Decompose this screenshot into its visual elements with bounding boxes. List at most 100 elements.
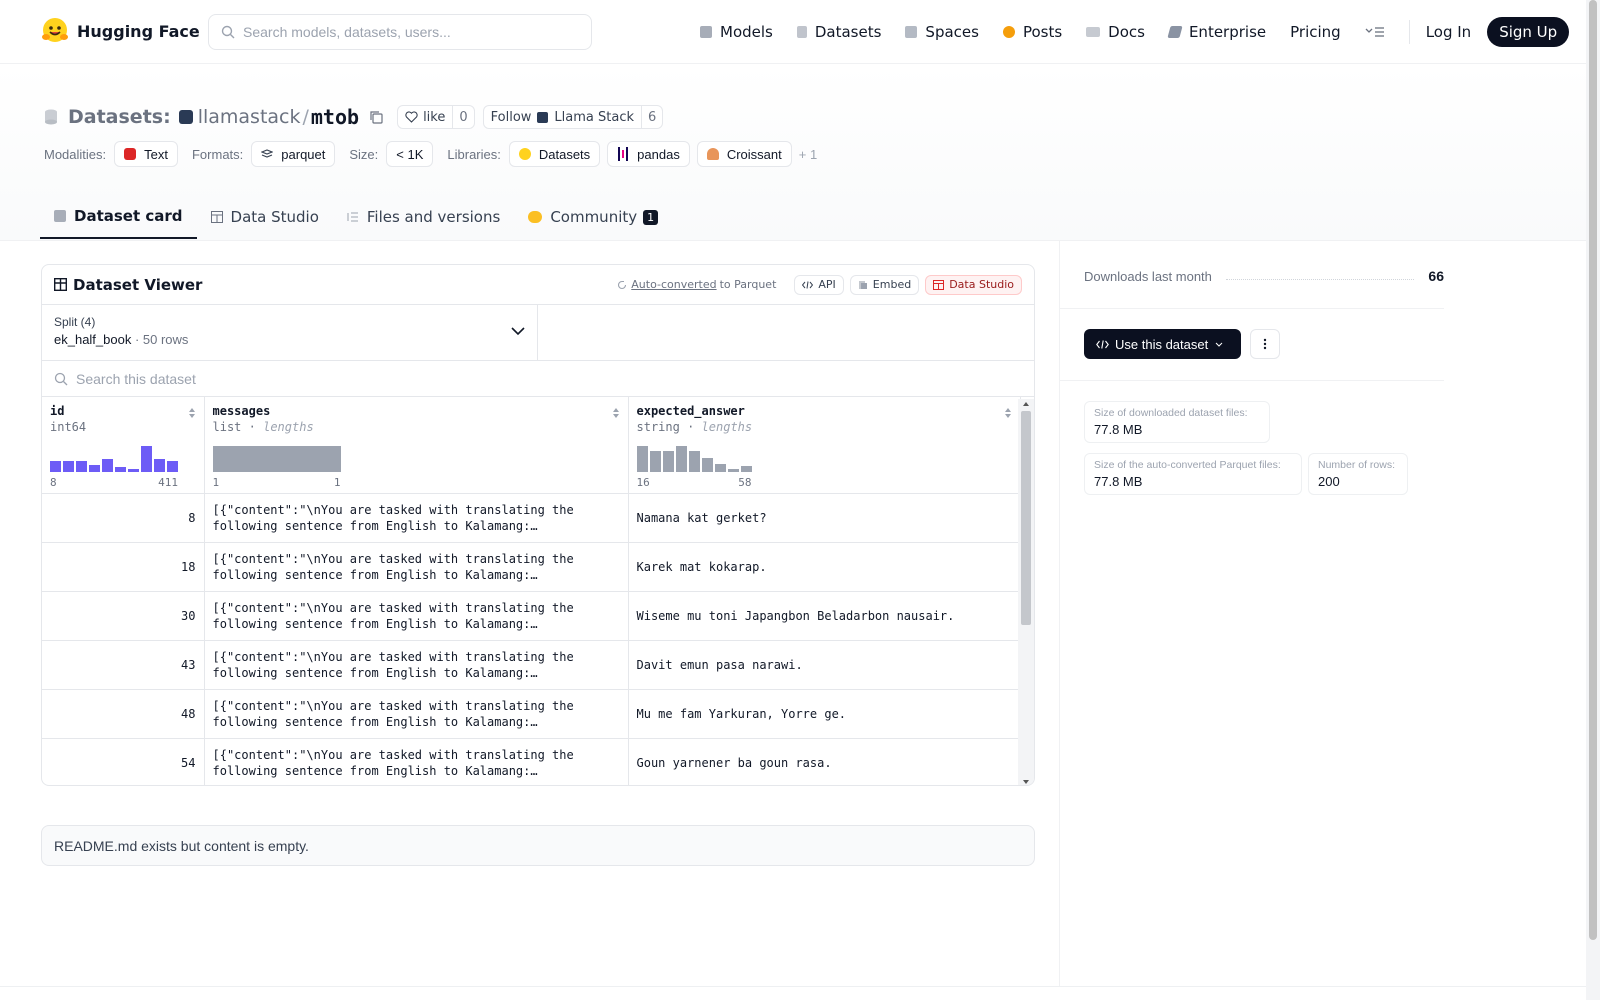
histogram-bar[interactable]: [89, 464, 100, 472]
nav-posts[interactable]: Posts: [1002, 23, 1062, 41]
nav-spaces[interactable]: Spaces: [905, 23, 979, 41]
nav-enterprise[interactable]: Enterprise: [1167, 23, 1266, 41]
cell-id[interactable]: 18: [42, 542, 205, 592]
section-label[interactable]: Datasets:: [68, 106, 171, 128]
tag-lib-pandas[interactable]: pandas: [607, 141, 690, 167]
cell-messages[interactable]: [{"content":"\nYou are tasked with trans…: [204, 591, 629, 641]
nav-datasets[interactable]: Datasets: [796, 23, 881, 41]
login-link[interactable]: Log In: [1426, 23, 1472, 41]
cell-messages[interactable]: [{"content":"\nYou are tasked with trans…: [204, 689, 629, 739]
more-tags-link[interactable]: + 1: [799, 147, 817, 162]
nav-pricing[interactable]: Pricing: [1290, 23, 1341, 41]
tag-lib-croissant[interactable]: Croissant: [696, 141, 792, 167]
table-scrollbar[interactable]: [1018, 399, 1034, 785]
column-header-id[interactable]: id int64 8 411: [42, 397, 205, 494]
cell-messages[interactable]: [{"content":"\nYou are tasked with trans…: [204, 738, 629, 785]
page-scrollbar[interactable]: [1586, 0, 1600, 1000]
cell-messages[interactable]: [{"content":"\nYou are tasked with trans…: [204, 493, 629, 543]
org-link[interactable]: llamastack: [198, 106, 301, 128]
dataset-search[interactable]: [42, 361, 1034, 397]
size-parquet-box: Size of the auto-converted Parquet files…: [1084, 453, 1302, 495]
histogram-bar[interactable]: [714, 463, 726, 472]
sort-icon[interactable]: [1004, 407, 1012, 419]
follow-button[interactable]: Follow Llama Stack 6: [482, 105, 664, 129]
tag-size[interactable]: < 1K: [386, 141, 434, 167]
histogram-bar[interactable]: [141, 445, 152, 472]
tab-data-studio[interactable]: Data Studio: [197, 195, 333, 239]
signup-button[interactable]: Sign Up: [1487, 17, 1570, 47]
sidebar-divider-1: [1060, 308, 1444, 309]
cell-messages[interactable]: [{"content":"\nYou are tasked with trans…: [204, 640, 629, 690]
table-row[interactable]: 48 [{"content":"\nYou are tasked with tra…: [42, 689, 1021, 739]
histogram-bar[interactable]: [649, 450, 661, 472]
auto-converted-link[interactable]: Auto-converted: [631, 278, 716, 291]
cell-expected-answer[interactable]: Mu me fam Yarkuran, Yorre ge.: [628, 689, 1021, 739]
histogram-bar[interactable]: [102, 458, 113, 472]
histogram-bar[interactable]: [688, 450, 700, 472]
cell-expected-answer[interactable]: Karek mat kokarap.: [628, 542, 1021, 592]
data-studio-button[interactable]: Data Studio: [925, 274, 1022, 295]
nav-models[interactable]: Models: [700, 23, 773, 41]
cell-id[interactable]: 30: [42, 591, 205, 641]
like-button[interactable]: like 0: [397, 105, 475, 129]
column-histogram[interactable]: [636, 444, 754, 472]
table-row[interactable]: 18 [{"content":"\nYou are tasked with tra…: [42, 542, 1021, 592]
histogram-bar[interactable]: [636, 445, 648, 472]
histogram-bar[interactable]: [701, 457, 713, 472]
histogram-bar[interactable]: [212, 445, 341, 472]
use-dataset-button[interactable]: Use this dataset: [1084, 329, 1242, 359]
tab-dataset-card[interactable]: Dataset card: [40, 195, 197, 239]
split-selector[interactable]: Split (4) ek_half_book · 50 rows: [42, 305, 538, 360]
histogram-bar[interactable]: [63, 460, 74, 472]
histogram-bar[interactable]: [662, 450, 674, 472]
nav-more-menu[interactable]: [1365, 26, 1385, 38]
nav-docs[interactable]: Docs: [1086, 23, 1145, 41]
histogram-min: 16: [636, 475, 650, 489]
histogram-bar[interactable]: [675, 445, 687, 472]
column-histogram[interactable]: [212, 444, 343, 472]
table-row[interactable]: 43 [{"content":"\nYou are tasked with tra…: [42, 640, 1021, 690]
api-button[interactable]: API: [794, 274, 844, 295]
cell-id[interactable]: 54: [42, 738, 205, 785]
histogram-bar[interactable]: [154, 458, 165, 472]
histogram-bar[interactable]: [740, 465, 752, 472]
tag-parquet[interactable]: parquet: [251, 141, 336, 167]
cell-id[interactable]: 43: [42, 640, 205, 690]
column-histogram[interactable]: [50, 444, 180, 472]
cell-messages[interactable]: [{"content":"\nYou are tasked with trans…: [204, 542, 629, 592]
histogram-bar[interactable]: [76, 460, 87, 472]
tag-lib-datasets[interactable]: Datasets: [508, 141, 601, 167]
column-header-messages[interactable]: messages list · lengths 1 1: [204, 397, 629, 494]
tag-text[interactable]: Text: [114, 141, 178, 167]
column-header-expected_answer[interactable]: expected_answer string · lengths 16 58: [628, 397, 1021, 494]
cell-expected-answer[interactable]: Namana kat gerket?: [628, 493, 1021, 543]
dataset-search-input[interactable]: [76, 370, 876, 387]
cell-expected-answer[interactable]: Davit emun pasa narawi.: [628, 640, 1021, 690]
cell-expected-answer[interactable]: Wiseme mu toni Japangbon Beladarbon naus…: [628, 591, 1021, 641]
cell-id[interactable]: 48: [42, 689, 205, 739]
sort-icon[interactable]: [612, 407, 620, 419]
logo[interactable]: Hugging Face: [41, 17, 200, 45]
repo-name[interactable]: mtob: [311, 105, 359, 129]
global-search[interactable]: [208, 14, 592, 50]
cell-id[interactable]: 8: [42, 493, 205, 543]
table-row[interactable]: 54 [{"content":"\nYou are tasked with tra…: [42, 738, 1021, 785]
histogram-bar[interactable]: [167, 460, 178, 472]
copy-icon[interactable]: [369, 110, 383, 124]
global-search-input[interactable]: [243, 24, 573, 40]
tab-community[interactable]: Community 1: [514, 195, 672, 239]
more-options-button[interactable]: [1250, 329, 1280, 359]
table-row[interactable]: 8 [{"content":"\nYou are tasked with tran…: [42, 493, 1021, 543]
histogram-bar[interactable]: [128, 468, 139, 472]
histogram-bar[interactable]: [115, 466, 126, 472]
histogram-bar[interactable]: [727, 468, 739, 472]
table-scrollbar-thumb[interactable]: [1021, 411, 1031, 625]
sort-icon[interactable]: [188, 407, 196, 419]
embed-button[interactable]: Embed: [849, 274, 920, 295]
search-icon: [54, 372, 68, 385]
table-row[interactable]: 30 [{"content":"\nYou are tasked with tra…: [42, 591, 1021, 641]
page-scrollbar-thumb[interactable]: [1589, 0, 1597, 940]
cell-expected-answer[interactable]: Goun yarnener ba goun rasa.: [628, 738, 1021, 785]
histogram-bar[interactable]: [50, 460, 61, 472]
tab-files[interactable]: Files and versions: [333, 195, 514, 239]
